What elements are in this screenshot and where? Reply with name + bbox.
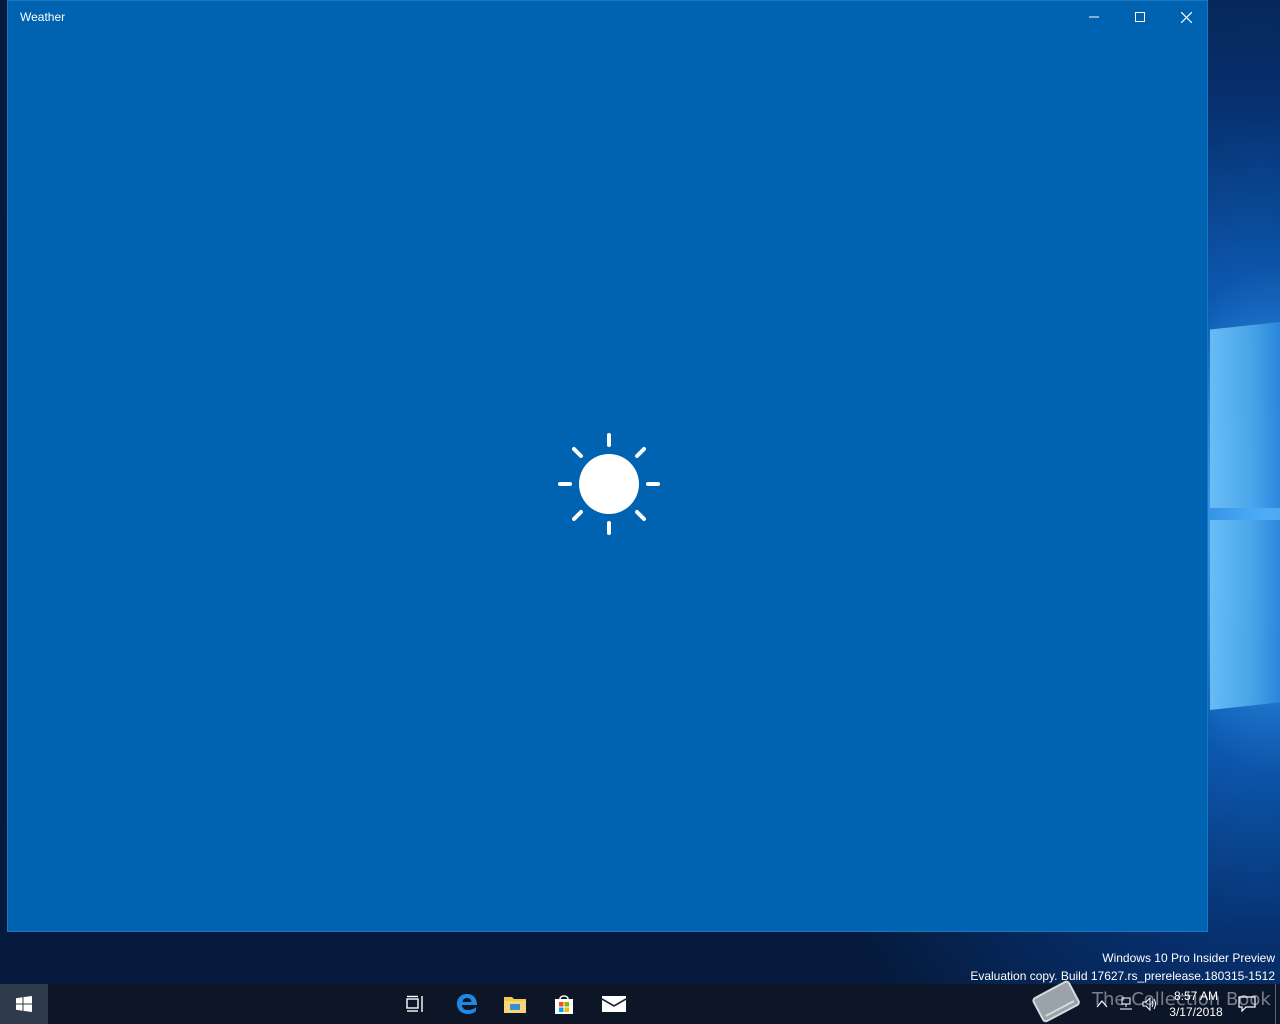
chevron-up-icon bbox=[1096, 1000, 1108, 1008]
start-button[interactable] bbox=[0, 984, 48, 1024]
edge-button[interactable] bbox=[443, 984, 491, 1024]
store-icon bbox=[555, 995, 573, 1014]
build-watermark-line1: Windows 10 Pro Insider Preview bbox=[1102, 951, 1275, 965]
maximize-button[interactable] bbox=[1117, 1, 1163, 33]
windows-logo-pane-top bbox=[1210, 322, 1280, 508]
taskbar bbox=[0, 984, 1280, 1024]
minimize-button[interactable] bbox=[1071, 1, 1117, 33]
store-button[interactable] bbox=[540, 984, 588, 1024]
minimize-icon bbox=[1089, 16, 1099, 18]
mail-icon bbox=[601, 996, 627, 1012]
start-icon bbox=[16, 996, 32, 1012]
network-button[interactable] bbox=[1118, 996, 1134, 1012]
clock-date: 3/17/2018 bbox=[1169, 1005, 1223, 1019]
notification-icon bbox=[1238, 996, 1256, 1012]
close-icon bbox=[1180, 11, 1192, 23]
edge-icon bbox=[457, 994, 477, 1014]
weather-app-window: Weather bbox=[7, 0, 1208, 932]
task-view-icon bbox=[406, 995, 423, 1012]
show-hidden-icons-button[interactable] bbox=[1094, 996, 1110, 1012]
sun-icon bbox=[558, 433, 660, 535]
window-title: Weather bbox=[20, 10, 66, 24]
mail-button[interactable] bbox=[590, 984, 638, 1024]
clock-time: 8:57 AM bbox=[1173, 989, 1219, 1003]
file-explorer-icon bbox=[504, 997, 526, 1013]
maximize-icon bbox=[1135, 12, 1145, 22]
taskbar-clock[interactable]: 8:57 AM 3/17/2018 bbox=[1164, 988, 1228, 1020]
task-view-button[interactable] bbox=[392, 984, 440, 1024]
title-bar[interactable]: Weather bbox=[8, 1, 1207, 33]
system-tray bbox=[1094, 995, 1158, 1013]
network-icon bbox=[1120, 997, 1132, 1010]
volume-icon bbox=[1142, 997, 1156, 1011]
close-button[interactable] bbox=[1163, 1, 1209, 33]
windows-logo-pane-bottom bbox=[1210, 520, 1280, 710]
show-desktop-button[interactable] bbox=[1275, 984, 1280, 1024]
volume-button[interactable] bbox=[1142, 996, 1158, 1012]
collection-book-logo-icon bbox=[1032, 980, 1080, 1023]
file-explorer-button[interactable] bbox=[491, 984, 539, 1024]
action-center-button[interactable] bbox=[1236, 994, 1258, 1014]
build-watermark-line2: Evaluation copy. Build 17627.rs_prerelea… bbox=[970, 969, 1275, 983]
